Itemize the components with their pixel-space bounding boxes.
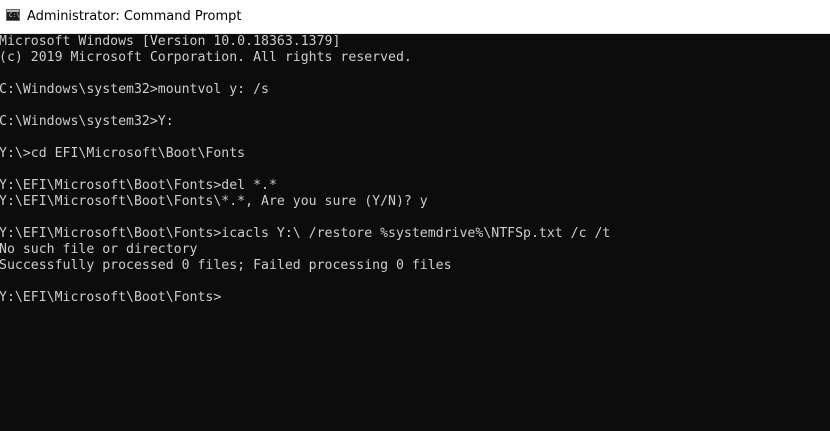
- console-line: Y:\EFI\Microsoft\Boot\Fonts>del *.*: [0, 178, 277, 193]
- console-prompt-line[interactable]: Y:\EFI\Microsoft\Boot\Fonts>: [0, 290, 830, 306]
- console-line: Successfully processed 0 files; Failed p…: [0, 258, 452, 273]
- cmd-icon[interactable]: C:\: [6, 9, 20, 21]
- console-output[interactable]: Microsoft Windows [Version 10.0.18363.13…: [0, 34, 830, 431]
- title-bar[interactable]: C:\ Administrator: Command Prompt: [0, 0, 830, 34]
- window-title: Administrator: Command Prompt: [27, 9, 242, 24]
- console-line: Microsoft Windows [Version 10.0.18363.13…: [0, 34, 341, 49]
- console-line: Y:\EFI\Microsoft\Boot\Fonts\*.*, Are you…: [0, 194, 428, 209]
- console-line: (c) 2019 Microsoft Corporation. All righ…: [0, 50, 412, 65]
- console-line: No such file or directory: [0, 242, 198, 257]
- command-prompt-window: C:\ Administrator: Command Prompt Micros…: [0, 0, 830, 431]
- console-line: C:\Windows\system32>mountvol y: /s: [0, 82, 269, 97]
- console-line: C:\Windows\system32>Y:: [0, 114, 174, 129]
- cmd-icon-glyph: C:\: [9, 12, 20, 19]
- console-line: Y:\EFI\Microsoft\Boot\Fonts>icacls Y:\ /…: [0, 226, 611, 241]
- console-line: Y:\>cd EFI\Microsoft\Boot\Fonts: [0, 146, 246, 161]
